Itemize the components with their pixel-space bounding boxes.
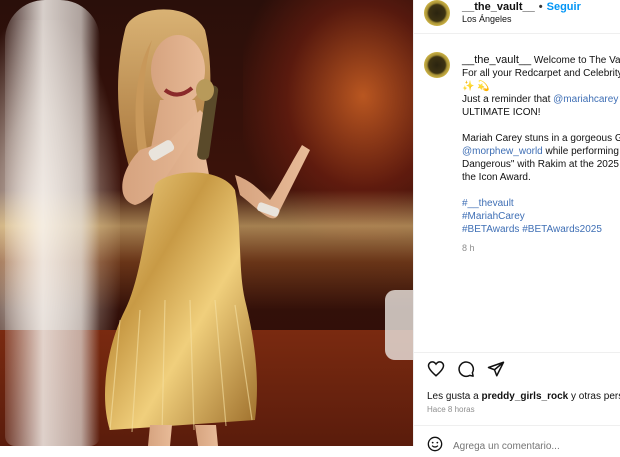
hashtag-thevault[interactable]: #__thevault — [462, 198, 514, 209]
likes-prefix: Les gusta a — [427, 391, 482, 402]
share-icon[interactable] — [487, 360, 505, 378]
post-header: __the_vault__ • Seguir — [462, 1, 581, 13]
background-dancer-right — [385, 290, 413, 360]
comment-input[interactable] — [453, 441, 603, 452]
emoji-icon[interactable] — [427, 436, 443, 457]
caption-timestamp: 8 h — [462, 243, 475, 253]
caption-line: while performing — [542, 146, 619, 157]
caption-username[interactable]: __the_vault__ — [462, 54, 531, 66]
hashtag-mariahcarey[interactable]: #MariahCarey — [462, 211, 525, 222]
caption-line: Welcome to The Vault — [533, 55, 620, 66]
comment-row — [427, 436, 603, 457]
location-link[interactable]: Los Ángeles — [462, 14, 512, 24]
caption-line: Just a reminder that — [462, 94, 554, 105]
singer-figure — [105, 9, 310, 446]
actions-divider — [414, 352, 620, 353]
username-link[interactable]: __the_vault__ — [462, 1, 535, 13]
mention-mariahcarey[interactable]: @mariahcarey — [553, 94, 618, 105]
profile-avatar[interactable] — [424, 0, 450, 26]
post-image[interactable] — [0, 0, 413, 446]
caption-line: the Icon Award. — [462, 172, 531, 183]
caption-line: Dangerous" with Rakim at the 2025 — [462, 159, 619, 170]
header-divider — [414, 33, 620, 34]
separator-dot: • — [538, 1, 543, 13]
likes-suffix: y otras perso — [570, 391, 620, 402]
action-bar — [427, 360, 505, 378]
post-caption: __the_vault__ Welcome to The Vault For a… — [462, 54, 620, 236]
caption-avatar[interactable] — [424, 52, 450, 78]
hashtag-betawards[interactable]: #BETAwards — [462, 224, 519, 235]
comment-divider — [414, 425, 620, 426]
likes-summary: Les gusta a preddy_girls_rock y otras pe… — [427, 391, 620, 402]
hashtag-betawards2025[interactable]: #BETAwards2025 — [522, 224, 602, 235]
caption-line: Mariah Carey stuns in a gorgeous G — [462, 133, 620, 144]
caption-emoji: ✨ 💫 — [462, 81, 490, 92]
mention-morphew-world[interactable]: @morphew_world — [462, 146, 543, 157]
post-panel: __the_vault__ • Seguir Los Ángeles __the_v… — [413, 0, 620, 452]
likes-username-link[interactable]: preddy_girls_rock — [481, 391, 568, 402]
post-timestamp: Hace 8 horas — [427, 405, 475, 414]
comment-icon[interactable] — [457, 360, 475, 378]
caption-line: For all your Redcarpet and Celebrity — [462, 68, 620, 79]
follow-button[interactable]: Seguir — [547, 1, 581, 13]
heart-icon[interactable] — [427, 360, 445, 378]
caption-line: ULTIMATE ICON! — [462, 107, 541, 118]
